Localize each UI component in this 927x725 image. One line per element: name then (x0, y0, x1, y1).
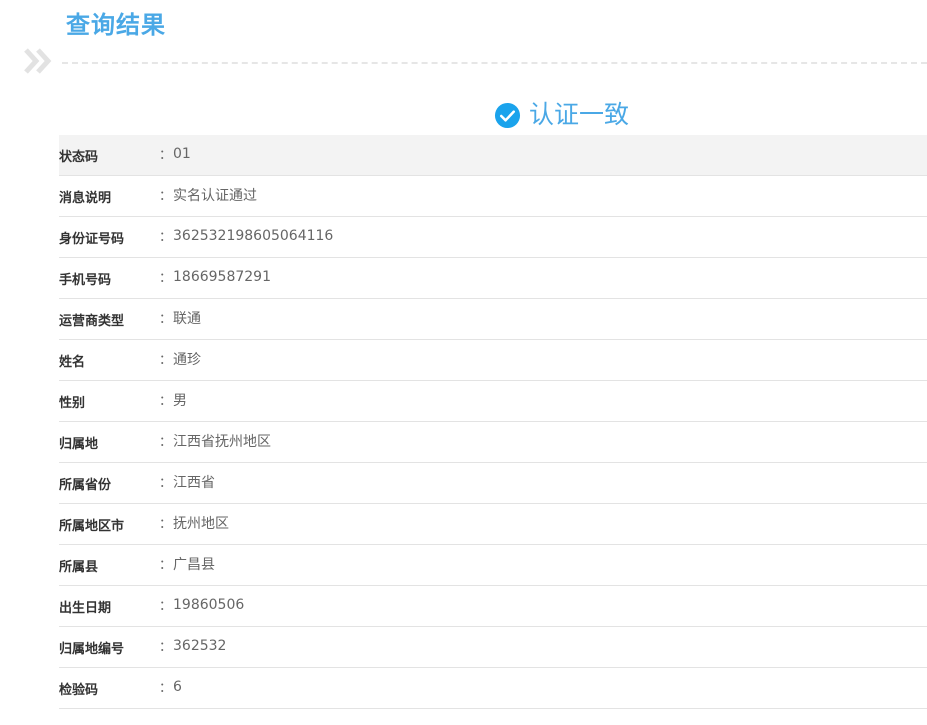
page-title: 查询结果 (66, 11, 166, 39)
info-row-province: 所属省份 ： 江西省 (59, 463, 927, 504)
result-info-table: 状态码 ： 01 消息说明 ： 实名认证通过 身份证号码 ： 362532198… (59, 135, 927, 709)
row-colon: ： (159, 558, 173, 573)
row-label: 出生日期 (59, 601, 112, 616)
row-label: 性别 (59, 396, 86, 411)
row-value: 01 (173, 145, 191, 162)
result-banner: 认证一致 (494, 98, 629, 132)
info-row-status-code: 状态码 ： 01 (59, 135, 927, 176)
row-label: 所属县 (59, 560, 99, 575)
row-colon: ： (159, 230, 173, 245)
row-label: 归属地 (59, 437, 99, 452)
row-colon: ： (159, 599, 173, 614)
row-value: 通珍 (173, 351, 201, 368)
row-value: 6 (173, 678, 182, 695)
check-circle-icon (494, 102, 521, 128)
row-colon: ： (159, 353, 173, 368)
info-row-id-number: 身份证号码 ： 362532198605064116 (59, 217, 927, 258)
row-colon: ： (159, 476, 173, 491)
row-colon: ： (159, 148, 173, 163)
row-colon: ： (159, 435, 173, 450)
row-value: 江西省 (173, 474, 215, 491)
row-value: 362532 (173, 637, 227, 654)
row-label: 状态码 (59, 150, 99, 165)
dashed-divider (62, 62, 927, 64)
info-row-city: 所属地区市 ： 抚州地区 (59, 504, 927, 545)
row-label: 姓名 (59, 355, 86, 370)
row-value: 联通 (173, 310, 201, 327)
row-colon: ： (159, 517, 173, 532)
row-value: 广昌县 (173, 556, 215, 573)
row-colon: ： (159, 640, 173, 655)
info-row-location: 归属地 ： 江西省抚州地区 (59, 422, 927, 463)
row-colon: ： (159, 394, 173, 409)
row-value: 江西省抚州地区 (173, 433, 271, 450)
row-label: 所属省份 (59, 478, 112, 493)
info-row-carrier: 运营商类型 ： 联通 (59, 299, 927, 340)
row-colon: ： (159, 312, 173, 327)
info-row-birth-date: 出生日期 ： 19860506 (59, 586, 927, 627)
row-value: 362532198605064116 (173, 227, 334, 244)
row-value: 18669587291 (173, 268, 271, 285)
row-label: 运营商类型 (59, 314, 125, 329)
double-chevron-right-icon (24, 48, 52, 74)
row-colon: ： (159, 271, 173, 286)
row-label: 归属地编号 (59, 642, 125, 657)
row-label: 消息说明 (59, 191, 112, 206)
info-row-name: 姓名 ： 通珍 (59, 340, 927, 381)
row-label: 身份证号码 (59, 232, 125, 247)
row-value: 19860506 (173, 596, 245, 613)
row-colon: ： (159, 681, 173, 696)
info-row-county: 所属县 ： 广昌县 (59, 545, 927, 586)
row-value: 实名认证通过 (173, 187, 257, 204)
row-label: 所属地区市 (59, 519, 125, 534)
row-label: 手机号码 (59, 273, 112, 288)
row-colon: ： (159, 189, 173, 204)
row-value: 抚州地区 (173, 515, 229, 532)
info-row-check-digit: 检验码 ： 6 (59, 668, 927, 709)
info-row-location-code: 归属地编号 ： 362532 (59, 627, 927, 668)
info-row-gender: 性别 ： 男 (59, 381, 927, 422)
result-status-text: 认证一致 (529, 100, 630, 129)
row-value: 男 (173, 392, 187, 409)
query-result-page: 查询结果 认证一致 状态码 ： 01 消息说明 ： 实名认证通过 身份证号码 ：… (0, 0, 927, 725)
row-label: 检验码 (59, 683, 99, 698)
info-row-phone-number: 手机号码 ： 18669587291 (59, 258, 927, 299)
info-row-message: 消息说明 ： 实名认证通过 (59, 176, 927, 217)
